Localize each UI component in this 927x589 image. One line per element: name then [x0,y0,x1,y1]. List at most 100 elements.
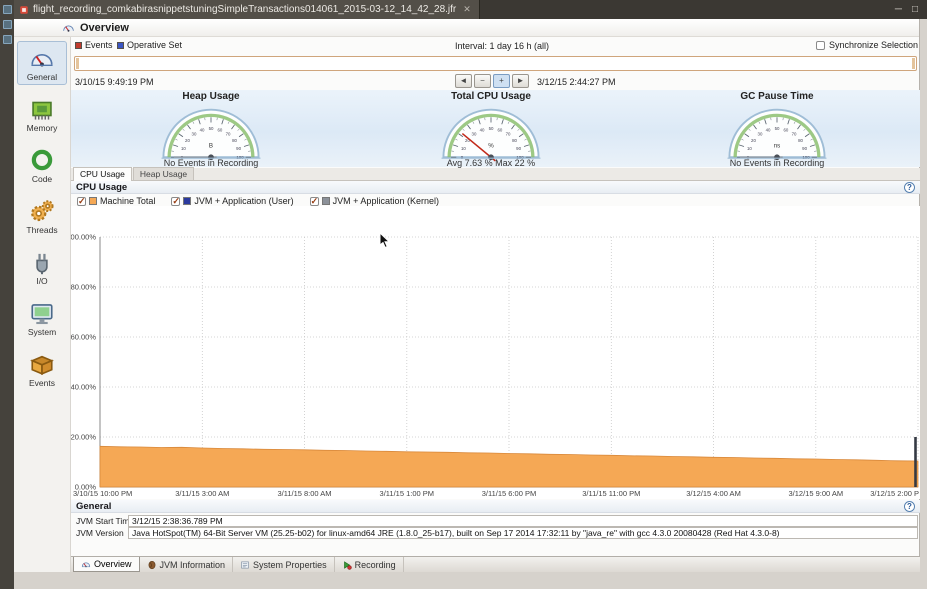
bottom-tab-system-properties[interactable]: System Properties [233,557,335,572]
sidebar-item-system[interactable]: System [17,296,67,340]
editor-tab[interactable]: flight_recording_comkabirasnippetstuning… [14,0,480,19]
interval-label: Interval: 1 day 16 h (all) [455,41,549,51]
maximize-icon[interactable]: □ [912,4,918,15]
synchronize-checkbox[interactable] [816,41,825,50]
gauge-icon [81,559,91,569]
subtab-cpu-usage[interactable]: CPU Usage [73,167,132,181]
range-handle-left[interactable] [76,58,79,69]
workbench-left-strip [0,0,14,589]
window-controls: ─ □ [895,4,927,15]
time-range-selector[interactable] [74,56,917,71]
machine-total-area [100,446,918,487]
series-color-swatch [183,197,191,205]
legend-checkbox[interactable] [77,197,86,206]
legend-checkbox[interactable] [171,197,180,206]
gauge-unit: ns [774,143,781,150]
zoom-out-button[interactable]: − [474,74,491,88]
gauge-title: GC Pause Time [740,91,813,103]
bottom-tab-overview[interactable]: Overview [73,557,140,572]
pan-left-button[interactable]: ◄ [455,74,472,88]
threads-icon [29,198,55,224]
views-icon[interactable] [3,20,12,29]
content: Events Operative Set Interval: 1 day 16 … [71,37,920,572]
sidebar-item-general[interactable]: General [17,41,67,85]
x-axis-label: 3/10/15 10:00 PM [73,489,132,498]
gauge-total-cpu-usage: Total CPU Usage0102030405060708090100%Av… [381,91,601,168]
svg-text:90: 90 [236,146,241,151]
bottom-tab-jvm-information[interactable]: JVM Information [140,557,234,572]
y-axis-label: 100.00% [71,233,96,242]
svg-text:90: 90 [516,146,521,151]
pan-right-button[interactable]: ► [512,74,529,88]
legend-label: Machine Total [100,196,155,206]
legend-label: JVM + Application (User) [194,196,293,206]
range-handle-right[interactable] [912,58,915,69]
operative-set-icon [117,42,124,49]
help-icon[interactable]: ? [904,501,915,512]
field-value[interactable]: Java HotSpot(TM) 64-Bit Server VM (25.25… [128,527,918,539]
synchronize-selection: Synchronize Selection [816,40,918,50]
code-icon [29,147,55,173]
legend-label: JVM + Application (Kernel) [333,196,439,206]
legend-item-2[interactable]: JVM + Application (User) [171,196,293,206]
tab-close-icon[interactable]: ✕ [463,4,471,15]
sidebar-item-events[interactable]: Events [17,347,67,391]
legend-checkbox[interactable] [310,197,319,206]
coffee-icon [147,560,157,570]
sidebar-item-threads[interactable]: Threads [17,194,67,238]
svg-text:70: 70 [792,131,797,136]
jfr-file-icon [19,5,29,15]
gauge-caption: No Events in Recording [730,158,825,168]
gauge-title: Heap Usage [182,91,239,103]
y-axis-label: 80.00% [71,283,96,292]
series-color-swatch [322,197,330,205]
minimize-icon[interactable]: ─ [895,4,902,15]
page-header: Overview [14,19,919,37]
synchronize-label: Synchronize Selection [829,40,918,50]
events-icon [29,351,55,377]
system-icon [29,300,55,326]
field-value[interactable]: 3/12/15 2:38:36.789 PM [128,515,918,527]
range-zoom-buttons: ◄−+► [455,74,529,88]
perspective-icon[interactable] [3,5,12,14]
fastview-icon[interactable] [3,35,12,44]
svg-text:10: 10 [747,146,752,151]
io-icon [29,249,55,275]
svg-text:10: 10 [181,146,186,151]
zoom-in-button[interactable]: + [493,74,510,88]
field-label: JVM Version [76,528,124,538]
subtab-heap-usage[interactable]: Heap Usage [133,167,194,180]
cpu-usage-chart[interactable]: 0.00%20.00%40.00%60.00%80.00%100.00%3/10… [71,206,920,499]
general-row-jvm-version: JVM Version Java HotSpot(TM) 64-Bit Serve… [71,527,920,539]
svg-text:80: 80 [232,138,237,143]
gauge-dial: 0102030405060708090100ns [715,103,839,162]
range-start-time: 3/10/15 9:49:19 PM [75,77,154,87]
props-icon [240,560,250,570]
cpu-chart-canvas: 0.00%20.00%40.00%60.00%80.00%100.00%3/10… [71,206,920,499]
memory-icon [29,96,55,122]
sidebar-item-code[interactable]: Code [17,143,67,187]
sidebar-item-i-o[interactable]: I/O [17,245,67,289]
cpu-section-title: CPU Usage [76,182,127,193]
sidebar-item-memory[interactable]: Memory [17,92,67,136]
bottom-tab-label: Recording [355,560,396,570]
svg-text:50: 50 [775,126,780,131]
cpu-usage-section-header: CPU Usage ? [71,181,920,194]
editor-tab-bar: flight_recording_comkabirasnippetstuning… [14,0,927,19]
svg-text:40: 40 [200,127,205,132]
gauge-dial: 0102030405060708090100B [149,103,273,162]
x-axis-label: 3/11/15 11:00 PM [582,489,640,498]
operative-set-toggle[interactable]: Operative Set [117,40,182,50]
x-axis-label: 3/11/15 8:00 AM [277,489,331,498]
bottom-tab-recording[interactable]: Recording [335,557,404,572]
bottom-tab-label: JVM Information [160,560,226,570]
legend-item-3[interactable]: JVM + Application (Kernel) [310,196,439,206]
events-toggle[interactable]: Events [75,40,113,50]
svg-text:60: 60 [784,127,789,132]
x-axis-label: 3/11/15 6:00 PM [482,489,536,498]
svg-text:30: 30 [192,131,197,136]
legend-item-1[interactable]: Machine Total [77,196,155,206]
help-icon[interactable]: ? [904,182,915,193]
svg-text:40: 40 [480,127,485,132]
overview-icon [62,21,75,34]
